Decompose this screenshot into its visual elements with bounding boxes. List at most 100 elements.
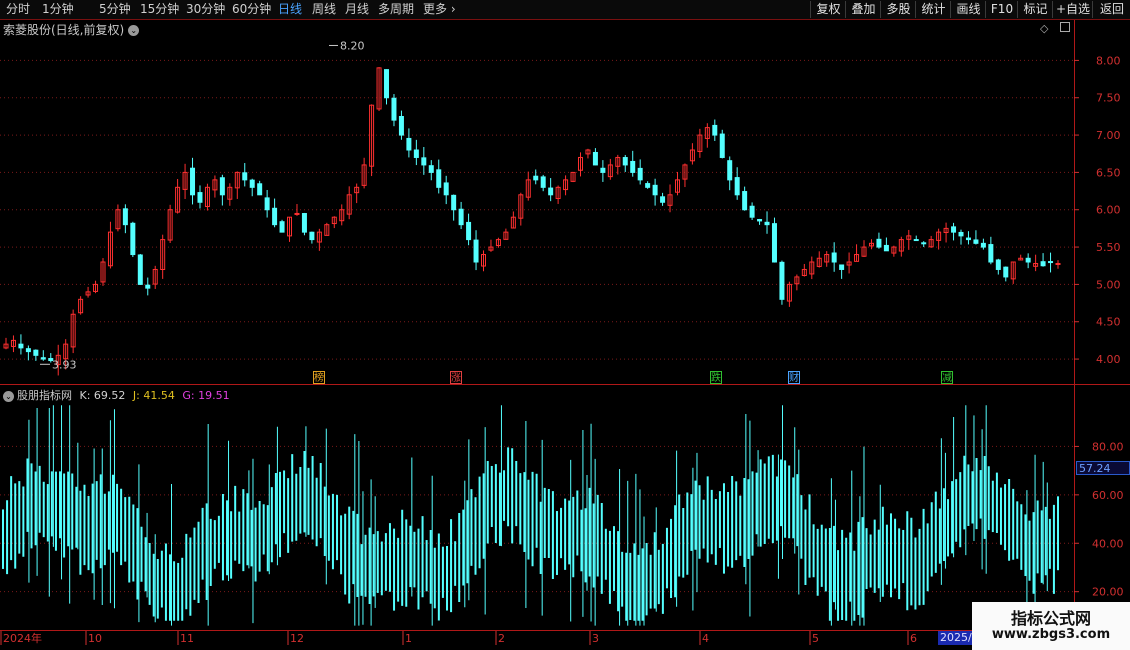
candle-body	[757, 218, 763, 222]
candle-body	[264, 197, 270, 211]
candle-body	[995, 259, 1001, 270]
candle-body	[473, 239, 479, 263]
price-axis-label: 5.00	[1096, 278, 1121, 291]
candle-body	[913, 239, 919, 242]
candle-body	[839, 264, 845, 270]
low-marker-label: 3.93	[52, 358, 77, 371]
candle-body	[951, 226, 957, 233]
price-axis-label: 4.00	[1096, 353, 1121, 366]
price-axis-label: 7.50	[1096, 92, 1121, 105]
candle-body	[413, 149, 419, 158]
candle-body	[719, 133, 725, 158]
candle-body	[279, 221, 285, 233]
candle-body	[883, 244, 889, 252]
indicator-current-value: 57.24	[1076, 461, 1130, 475]
watermark-title: 指标公式网	[1010, 609, 1091, 628]
candle-body	[197, 192, 203, 203]
event-marker-zhang[interactable]: 涨	[450, 371, 462, 384]
candle-body	[831, 252, 837, 263]
candle-body	[242, 172, 248, 181]
time-axis-label: 4	[702, 632, 709, 645]
time-axis-label: 3	[592, 632, 599, 645]
event-marker-jian[interactable]: 减	[941, 371, 953, 384]
candle-body	[443, 182, 449, 196]
candle-body	[137, 254, 143, 285]
candle-body	[272, 207, 278, 226]
candle-body	[145, 284, 151, 289]
candle-body	[249, 179, 255, 188]
candle-body	[428, 165, 434, 173]
candle-body	[622, 157, 628, 166]
watermark-url: www.zbgs3.com	[991, 627, 1111, 642]
indicator-axis-label: 20.00	[1092, 586, 1124, 599]
candle-body	[421, 157, 427, 166]
candle-body	[921, 242, 927, 245]
price-axis-label: 8.00	[1096, 54, 1121, 67]
candle-body	[391, 97, 397, 121]
candle-body	[309, 231, 315, 241]
candle-body	[294, 212, 300, 215]
candle-body	[876, 238, 882, 248]
event-marker-die[interactable]: 跌	[710, 371, 722, 384]
time-axis-label: 11	[180, 632, 194, 645]
chart-canvas[interactable]: 8.00 7.50 7.00 6.50 6.00 5.50 5.00 4.50 4.00 8.20…	[0, 0, 1130, 650]
candle-body	[190, 167, 196, 196]
candle-body	[406, 137, 412, 151]
watermark: 指标公式网 www.zbgs3.com	[972, 602, 1130, 650]
candle-body	[548, 187, 554, 196]
candle-body	[771, 223, 777, 263]
candle-body	[592, 151, 598, 166]
candle-body	[466, 221, 472, 241]
candle-body	[637, 167, 643, 181]
candle-body	[257, 183, 263, 196]
event-marker-cai[interactable]: 财	[788, 371, 800, 384]
indicator-axis-label: 60.00	[1092, 489, 1124, 502]
candle-body	[630, 160, 636, 173]
event-bang-text: 榜	[314, 373, 324, 384]
candle-body	[436, 169, 442, 188]
candle-body	[660, 196, 666, 203]
price-axis-label: 4.50	[1096, 316, 1121, 329]
candle-body	[645, 183, 651, 188]
candle-body	[652, 184, 658, 196]
candle-body	[749, 205, 755, 218]
candle-body	[1025, 257, 1031, 263]
price-axis-label: 5.50	[1096, 241, 1121, 254]
candle-body	[301, 213, 307, 233]
candle-body	[742, 191, 748, 211]
time-axis-label: 1	[405, 632, 412, 645]
time-axis-label: 5	[812, 632, 819, 645]
candle-body	[727, 160, 733, 181]
price-axis-label: 7.00	[1096, 129, 1121, 142]
candle-body	[1040, 261, 1046, 267]
candle-body	[764, 221, 770, 226]
candle-body	[1003, 266, 1009, 278]
candle-body	[18, 343, 24, 349]
time-axis-label: 6	[910, 632, 917, 645]
candle-body	[779, 261, 785, 300]
event-die-text: 跌	[711, 373, 721, 384]
time-axis-label: 2024年	[3, 631, 42, 645]
event-marker-bang[interactable]: 榜	[313, 371, 325, 384]
candle-body	[540, 176, 546, 188]
candle-body	[219, 177, 225, 196]
candle-body	[734, 177, 740, 196]
candle-body	[973, 239, 979, 244]
candle-body	[600, 167, 606, 173]
candle-body	[122, 208, 128, 226]
candle-body	[958, 231, 964, 237]
time-axis-label: 10	[88, 632, 102, 645]
event-jian-text: 减	[942, 373, 952, 384]
price-axis-label: 6.00	[1096, 204, 1121, 217]
candle-body	[451, 194, 457, 211]
event-cai-text: 财	[789, 373, 799, 384]
price-axis-label: 6.50	[1096, 166, 1121, 179]
candle-body	[965, 237, 971, 241]
candle-body	[398, 115, 404, 136]
candle-body	[1048, 261, 1054, 264]
candle-body	[1055, 262, 1061, 265]
indicator-axis-label: 80.00	[1092, 440, 1124, 453]
candle-body	[712, 124, 718, 136]
candle-body	[980, 242, 986, 248]
candle-body	[130, 222, 136, 256]
